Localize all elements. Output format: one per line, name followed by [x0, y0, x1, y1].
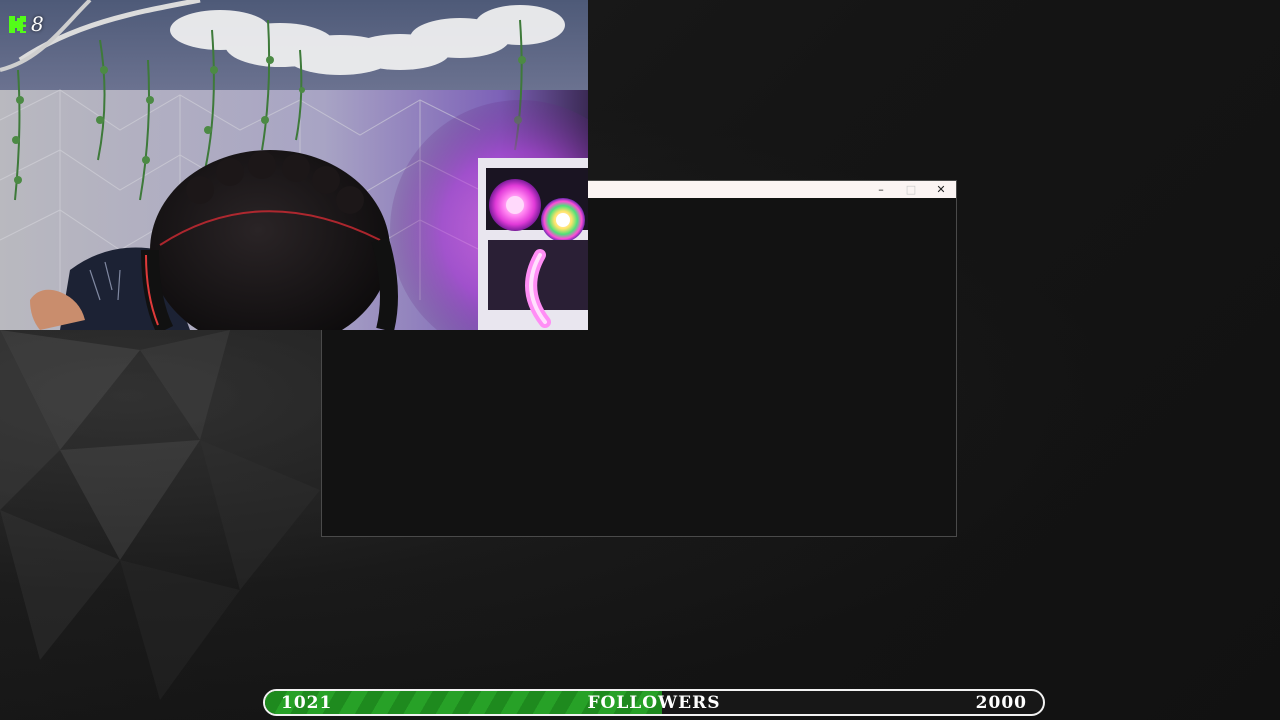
maximize-button[interactable]: □: [896, 181, 926, 198]
kick-logo-icon: [9, 15, 26, 33]
close-button[interactable]: ✕: [926, 181, 956, 198]
webcam-image: [0, 0, 588, 330]
follower-label: FOLLOWERS: [587, 692, 721, 713]
follower-goal: 2000: [975, 692, 1027, 713]
webcam-feed: 8: [0, 0, 588, 330]
viewer-badge: 8: [8, 14, 44, 34]
follower-goal-bar: 1021 FOLLOWERS 2000: [263, 689, 1045, 716]
viewer-count: 8: [31, 12, 44, 36]
minimize-button[interactable]: –: [866, 181, 896, 198]
stream-overlay: – □ ✕ 8 1021 FOLLOWERS 2000: [0, 0, 1280, 720]
